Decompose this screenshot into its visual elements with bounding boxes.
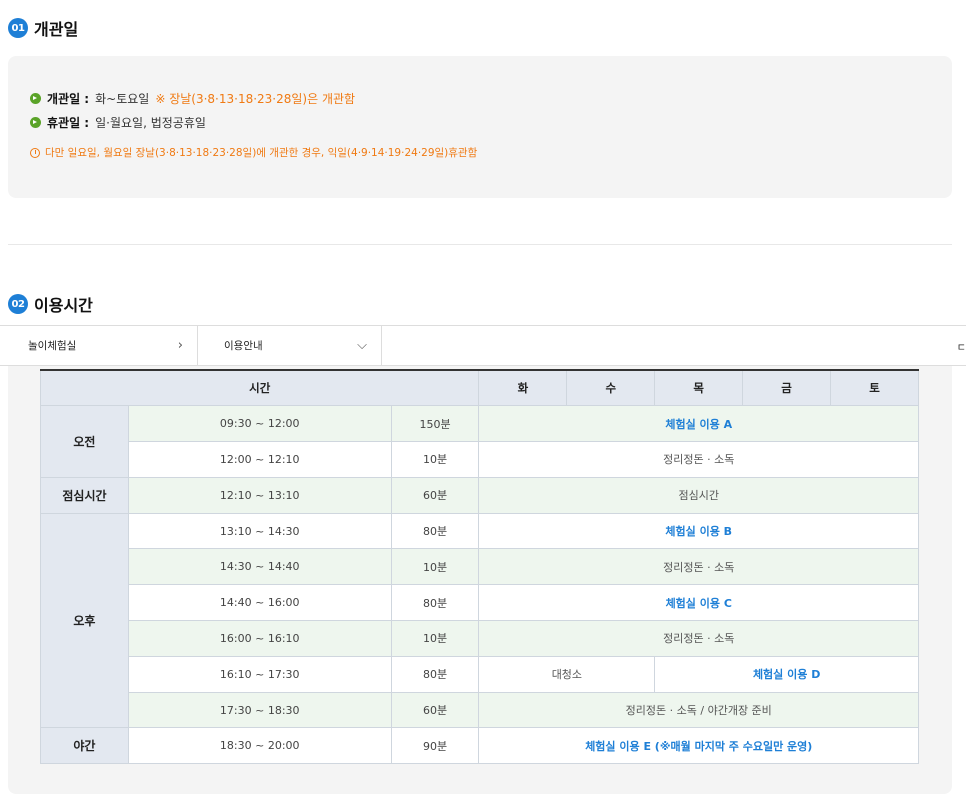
table-row: 오전 09:30 ~ 12:00 150분 체험실 이용 A [40,405,919,478]
breadcrumb-edge-text: ㄷ [956,343,966,354]
table-row: 14:30 ~ 14:40 10분 정리정돈 · 소독 [41,548,919,586]
minutes-cell: 10분 [390,548,480,586]
section-number-badge: 02 [8,294,28,314]
open-days-note: ※ 장날(3·8·13·18·23·28일)은 개관함 [155,92,356,106]
table-row: 점심시간 12:10 ~ 13:10 60분 점심시간 [40,476,919,514]
header-day: 수 [566,369,656,407]
section-heading-hours: 02 이용시간 [8,292,93,316]
section-number-badge: 01 [8,18,28,38]
period-label-am: 오전 [40,405,129,478]
minutes-cell: 10분 [390,441,480,478]
breadcrumb-label: 이용안내 [224,340,263,352]
closed-days-line: 휴관일 : 일·월요일, 법정공휴일 [30,114,206,131]
activity-cell: 체험실 이용 A [478,405,919,443]
table-row: 오후 13:10 ~ 14:30 80분 체험실 이용 B [40,512,919,729]
table-row: 14:40 ~ 16:00 80분 체험실 이용 C [41,584,919,622]
chevron-right-icon: › [177,338,183,353]
activity-cell-cleaning: 대청소 [478,655,656,693]
activity-cell: 정리정돈 · 소독 [478,441,919,478]
minutes-cell: 80분 [390,655,480,693]
clock-icon [30,147,40,158]
header-day: 토 [830,369,919,407]
time-cell: 14:40 ~ 16:00 [127,584,392,622]
period-label-pm: 오후 [40,512,129,729]
period-label-night: 야간 [40,727,129,765]
activity-cell: 정리정돈 · 소독 [478,620,919,657]
activity-cell: 점심시간 [478,476,919,514]
time-cell: 16:10 ~ 17:30 [127,655,392,693]
header-time: 시간 [39,369,480,407]
section-heading-open-days: 01 개관일 [8,16,78,40]
activity-cell: 체험실 이용 B [478,512,919,550]
activity-cell: 정리정돈 · 소독 / 야간개장 준비 [478,691,919,729]
section-title: 이용시간 [34,296,93,315]
minutes-cell: 150분 [390,405,480,443]
minutes-cell: 10분 [390,620,480,657]
table-row: 17:30 ~ 18:30 60분 정리정돈 · 소독 / 야간개장 준비 [41,691,919,729]
minutes-cell: 80분 [390,512,480,550]
table-row: 16:00 ~ 16:10 10분 정리정돈 · 소독 [41,620,919,657]
bullet-arrow-icon [30,93,41,104]
open-days-text: 화~토요일 [95,92,150,106]
activity-cell: 체험실 이용 E (※매월 마지막 주 수요일만 운영) [478,727,919,765]
closed-days-text: 일·월요일, 법정공휴일 [95,116,206,130]
breadcrumb: 놀이체험실 › 이용안내 ⌵ ㄷ [0,325,966,366]
time-cell: 14:30 ~ 14:40 [127,548,392,586]
table-header-row: 시간 화 수 목 금 토 [39,369,919,407]
minutes-cell: 60분 [390,476,480,514]
breadcrumb-label: 놀이체험실 [28,340,77,352]
breadcrumb-item-playroom[interactable]: 놀이체험실 › [0,326,198,365]
section-divider [8,244,952,245]
table-row: 12:00 ~ 12:10 10분 정리정돈 · 소독 [41,441,919,478]
table-row: 야간 18:30 ~ 20:00 90분 체험실 이용 E (※매월 마지막 주… [40,727,919,765]
time-cell: 09:30 ~ 12:00 [127,405,392,443]
closure-notice-text: 다만 일요일, 월요일 장날(3·8·13·18·23·28일)에 개관한 경우… [45,147,478,159]
time-cell: 17:30 ~ 18:30 [127,691,392,729]
breadcrumb-item-guide[interactable]: 이용안내 ⌵ [198,326,382,365]
schedule-table: 시간 화 수 목 금 토 오전 09:30 ~ 12:00 150분 체험실 이… [39,369,919,765]
minutes-cell: 60분 [390,691,480,729]
header-day: 목 [654,369,744,407]
open-days-label: 개관일 : [47,92,90,106]
activity-cell: 체험실 이용 C [478,584,919,622]
time-cell: 18:30 ~ 20:00 [127,727,392,765]
time-cell: 13:10 ~ 14:30 [127,512,392,550]
header-day: 화 [478,369,568,407]
chevron-down-icon: ⌵ [357,338,367,353]
closed-days-label: 휴관일 : [47,116,90,130]
header-day: 금 [742,369,832,407]
bullet-arrow-icon [30,117,41,128]
activity-cell: 체험실 이용 D [654,655,919,693]
time-cell: 16:00 ~ 16:10 [127,620,392,657]
activity-cell: 정리정돈 · 소독 [478,548,919,586]
time-cell: 12:00 ~ 12:10 [127,441,392,478]
open-days-line: 개관일 : 화~토요일 ※ 장날(3·8·13·18·23·28일)은 개관함 [30,90,355,107]
minutes-cell: 80분 [390,584,480,622]
period-label-lunch: 점심시간 [40,476,129,514]
closure-notice: 다만 일요일, 월요일 장날(3·8·13·18·23·28일)에 개관한 경우… [30,145,477,160]
minutes-cell: 90분 [390,727,480,765]
section-title: 개관일 [34,20,79,39]
time-cell: 12:10 ~ 13:10 [127,476,392,514]
table-row: 16:10 ~ 17:30 80분 대청소 체험실 이용 D [41,655,919,693]
